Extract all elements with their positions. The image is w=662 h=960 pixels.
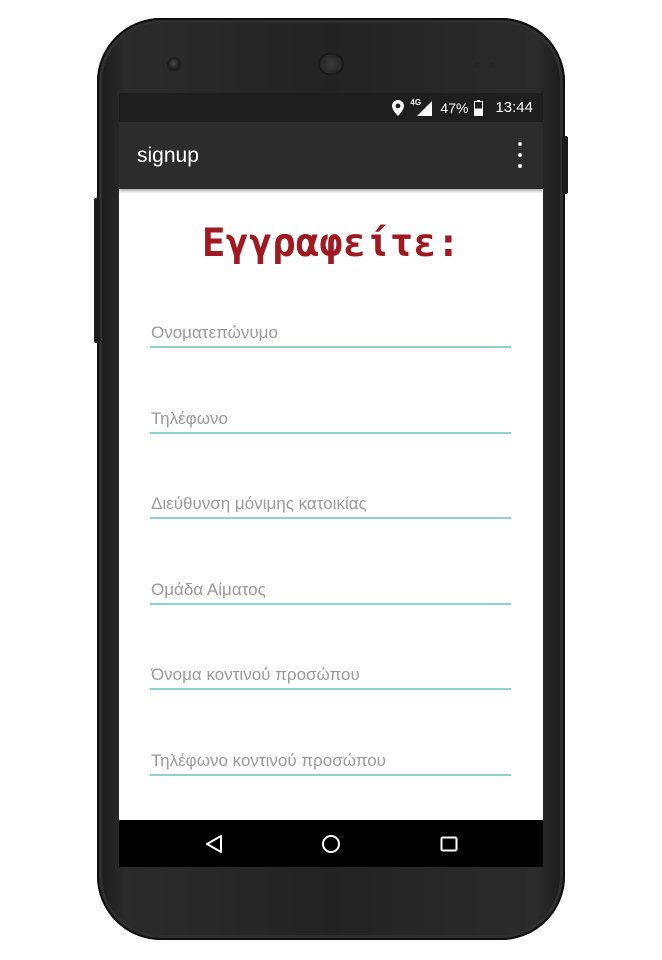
app-title: signup: [137, 144, 199, 167]
screen: 4G 47% 13:44 signup Εγγραφείτε:: [119, 93, 543, 867]
status-bar: 4G 47% 13:44: [119, 93, 543, 122]
phone-field: [150, 402, 511, 434]
volume-button: [94, 198, 100, 343]
battery-percent: 47%: [440, 99, 469, 116]
full-name-field: [150, 316, 511, 348]
blood-type-input[interactable]: [151, 580, 506, 600]
blood-type-field: [150, 573, 511, 605]
location-icon: [392, 99, 405, 116]
address-input[interactable]: [151, 494, 506, 514]
recents-icon[interactable]: [436, 831, 462, 857]
earpiece-speaker: [320, 55, 342, 73]
status-time: 13:44: [495, 99, 533, 116]
battery-icon: [474, 99, 484, 116]
proximity-sensor: [474, 62, 480, 68]
back-icon[interactable]: [201, 831, 227, 857]
contact-name-field: [150, 658, 511, 690]
contact-phone-field: [150, 744, 511, 776]
page-heading: Εγγραφείτε:: [201, 221, 461, 266]
app-bar: signup: [119, 122, 543, 189]
contact-name-input[interactable]: [151, 665, 506, 685]
home-icon[interactable]: [318, 831, 344, 857]
contact-phone-input[interactable]: [151, 751, 506, 771]
address-field: [150, 487, 511, 519]
navigation-bar: [119, 820, 543, 867]
front-camera: [169, 59, 180, 70]
phone-input[interactable]: [151, 409, 506, 429]
light-sensor: [489, 62, 495, 68]
signal-icon: 4G: [410, 98, 434, 117]
power-button: [562, 136, 568, 194]
full-name-input[interactable]: [151, 323, 506, 343]
more-vert-icon[interactable]: [511, 142, 529, 168]
